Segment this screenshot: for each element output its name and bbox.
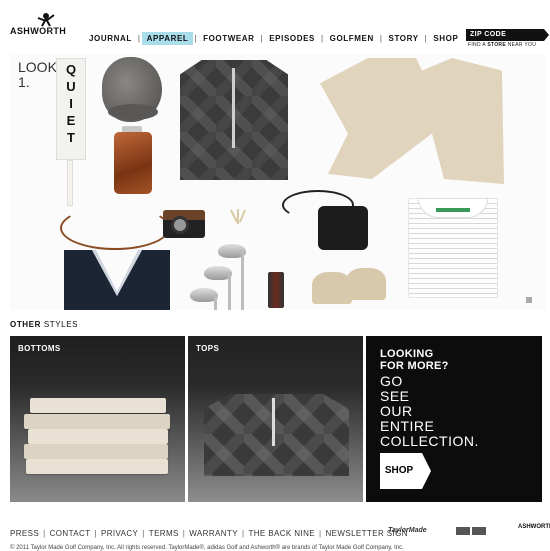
footer-separator: | xyxy=(182,529,186,538)
shop-arrow-icon[interactable] xyxy=(422,453,431,489)
sweater-zipper xyxy=(272,398,275,446)
more-line: COLLECTION. xyxy=(380,433,479,449)
footer-links: PRESS | CONTACT | PRIVACY | TERMS | WARR… xyxy=(10,529,408,538)
more-line: SEE xyxy=(380,388,410,404)
more-heading: LOOKING FOR MORE? xyxy=(380,348,449,372)
flask-image xyxy=(114,132,152,194)
zip-code-label: ZIP CODE xyxy=(470,31,507,38)
footer-link-contact[interactable]: CONTACT xyxy=(50,529,91,538)
footer-separator: | xyxy=(142,529,145,538)
folded-pants xyxy=(24,444,168,459)
logo-text: ASHWORTH xyxy=(10,26,67,36)
nav-episodes[interactable]: EPISODES xyxy=(264,32,320,45)
bottoms-panel[interactable]: BOTTOMS xyxy=(10,336,185,502)
nav-story[interactable]: STORY xyxy=(384,32,424,45)
nav-journal[interactable]: JOURNAL xyxy=(84,32,137,45)
pullover-zipper xyxy=(232,68,235,148)
ashworth-footer-logo[interactable]: ASHWORTH xyxy=(518,524,550,536)
camera-strap xyxy=(60,206,170,250)
other-styles-heading: OTHER STYLES xyxy=(10,320,78,329)
zip-code-input[interactable]: ZIP CODE xyxy=(466,29,549,41)
shoe-image xyxy=(346,268,386,300)
golf-club-shaft xyxy=(228,272,231,310)
footer-link-back-nine[interactable]: THE BACK NINE xyxy=(248,529,315,538)
binoculars-image xyxy=(318,206,368,250)
footer-link-warranty[interactable]: WARRANTY xyxy=(189,529,238,538)
main-nav: JOURNAL | APPAREL | FOOTWEAR | EPISODES … xyxy=(84,32,463,45)
more-line: ENTIRE xyxy=(380,418,435,434)
tops-label: TOPS xyxy=(196,344,220,353)
more-body: GO SEE OUR ENTIRE COLLECTION. xyxy=(380,374,479,449)
adidas-logo[interactable] xyxy=(456,527,488,535)
slideshow-dot[interactable] xyxy=(526,297,532,303)
quiet-tag-letter: Q xyxy=(65,62,77,77)
footer-separator: | xyxy=(94,529,97,538)
footer-separator: | xyxy=(318,529,322,538)
more-heading-line-1: LOOKING xyxy=(380,348,434,360)
adidas-mark-icon xyxy=(456,527,470,535)
folded-pants xyxy=(24,414,170,429)
camera-lens xyxy=(171,216,189,234)
quiet-tag-text: QUIET xyxy=(57,61,85,146)
argyle-pattern xyxy=(204,394,349,476)
look-title: LOOK xyxy=(18,59,57,75)
cap-bill xyxy=(108,104,158,120)
tag-stick xyxy=(67,160,73,206)
footer-link-terms[interactable]: TERMS xyxy=(149,529,179,538)
find-store-bold: STORE xyxy=(487,42,506,48)
other-styles-bold: OTHER xyxy=(10,320,41,329)
quiet-tag-letter: I xyxy=(69,96,73,111)
more-line: OUR xyxy=(380,403,413,419)
find-prefix: FIND A xyxy=(468,42,486,48)
quiet-tag-letter: U xyxy=(66,79,76,94)
can-image xyxy=(268,272,284,308)
golf-tees-image xyxy=(230,209,246,224)
more-line: GO xyxy=(380,373,403,389)
nav-footwear[interactable]: FOOTWEAR xyxy=(198,32,259,45)
taylormade-logo[interactable]: TaylorMade xyxy=(388,527,427,534)
polo-trim xyxy=(436,208,470,212)
nav-golfmen[interactable]: GOLFMEN xyxy=(325,32,379,45)
footer-link-privacy[interactable]: PRIVACY xyxy=(101,529,138,538)
shop-button[interactable]: SHOP xyxy=(380,453,422,489)
quiet-tag-letter: E xyxy=(66,113,76,128)
look-label: LOOK 1. xyxy=(18,60,57,90)
look-number: 1. xyxy=(18,74,30,90)
quiet-tag-letter: T xyxy=(67,130,75,145)
folded-pants xyxy=(30,398,166,413)
footer-separator: | xyxy=(43,529,46,538)
find-store-link[interactable]: FIND A STORE NEAR YOU xyxy=(468,42,536,48)
zip-arrow-icon xyxy=(544,29,549,41)
ashworth-logo[interactable]: ASHWORTH xyxy=(10,13,70,48)
footer-separator: | xyxy=(241,529,245,538)
nav-apparel[interactable]: APPAREL xyxy=(141,32,194,45)
copyright-text: © 2011 Taylor Made Golf Company, Inc. Al… xyxy=(10,545,404,551)
footer-link-press[interactable]: PRESS xyxy=(10,529,39,538)
golf-club-shaft xyxy=(241,250,244,310)
nav-shop[interactable]: SHOP xyxy=(428,32,463,45)
find-suffix: NEAR YOU xyxy=(507,42,537,48)
adidas-mark-icon xyxy=(472,527,486,535)
more-heading-line-2: FOR MORE? xyxy=(380,360,449,372)
other-styles-rest: STYLES xyxy=(41,320,79,329)
folded-pants xyxy=(26,459,168,474)
looking-for-more-panel[interactable]: LOOKING FOR MORE? GO SEE OUR ENTIRE COLL… xyxy=(366,336,542,502)
golf-club-shaft xyxy=(214,294,217,310)
tops-panel[interactable]: TOPS xyxy=(188,336,363,502)
quiet-tag: QUIET xyxy=(56,58,86,160)
folded-pants xyxy=(28,429,168,444)
bottoms-label: BOTTOMS xyxy=(18,344,61,353)
